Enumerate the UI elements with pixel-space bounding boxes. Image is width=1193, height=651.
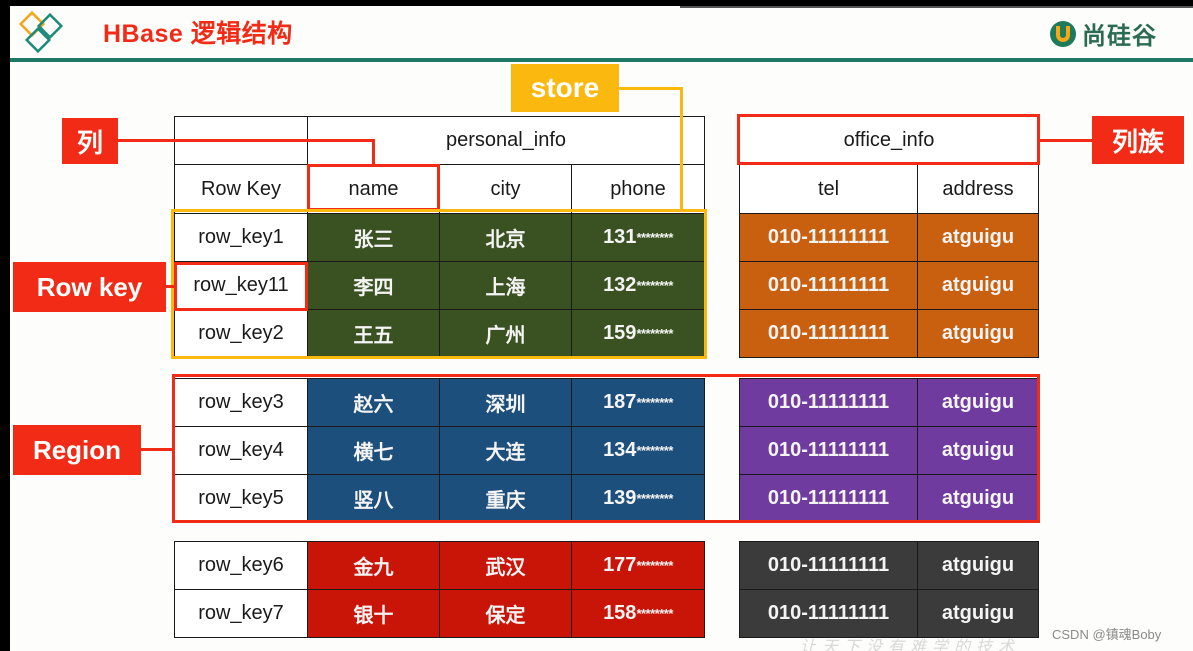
column-callout: 列: [62, 118, 118, 164]
logo-diamonds-icon: [18, 10, 64, 54]
phone-prefix: 158: [603, 602, 637, 624]
rowkey-callout: Row key: [13, 262, 166, 312]
cell-key: row_key3: [174, 378, 308, 427]
region-connector: [141, 448, 173, 451]
cell-phone: 159 ********: [571, 309, 705, 358]
cell-city: 保定: [439, 589, 572, 638]
cell-phone: 134 ********: [571, 426, 705, 475]
cell-tel: 010-11111111: [739, 541, 918, 590]
phone-prefix: 187: [603, 391, 637, 413]
cell-city: 武汉: [439, 541, 572, 590]
cell-key: row_key7: [174, 589, 308, 638]
cell-city: 北京: [439, 213, 572, 262]
cell-phone: 139 ********: [571, 474, 705, 523]
brand-name: 尚硅谷: [1082, 23, 1157, 50]
phone-mask: ********: [636, 491, 673, 506]
phone-prefix: 159: [603, 322, 637, 344]
cell-key: row_key11: [174, 261, 308, 310]
cell-key: row_key1: [174, 213, 308, 262]
rowkey-connector: [166, 285, 174, 288]
cell-city: 深圳: [439, 378, 572, 427]
cell-phone: 187 ********: [571, 378, 705, 427]
store-connector-v: [680, 87, 683, 211]
cell-address: atguigu: [917, 589, 1039, 638]
cell-tel: 010-11111111: [739, 589, 918, 638]
phone-mask: ********: [636, 606, 673, 621]
store-connector-h: [619, 87, 682, 90]
cell-name: 赵六: [307, 378, 440, 427]
phone-prefix: 132: [603, 274, 637, 296]
col-tel-header: tel: [739, 164, 918, 214]
brand-logo: 尚硅谷: [1048, 16, 1157, 51]
cell-name: 竖八: [307, 474, 440, 523]
family-office-info: office_info: [739, 116, 1039, 165]
phone-prefix: 139: [603, 487, 637, 509]
store-callout: store: [511, 64, 619, 112]
column-family-callout: 列族: [1092, 116, 1184, 164]
region-callout: Region: [13, 425, 141, 475]
col-rowkey-header: Row Key: [174, 164, 308, 214]
cell-address: atguigu: [917, 309, 1039, 358]
cell-name: 金九: [307, 541, 440, 590]
cell-city: 上海: [439, 261, 572, 310]
phone-prefix: 131: [603, 226, 637, 248]
cell-key: row_key6: [174, 541, 308, 590]
cell-tel: 010-11111111: [739, 309, 918, 358]
phone-mask: ********: [636, 558, 673, 573]
cell-address: atguigu: [917, 426, 1039, 475]
cell-key: row_key5: [174, 474, 308, 523]
col-address-header: address: [917, 164, 1039, 214]
cell-city: 大连: [439, 426, 572, 475]
column-connector-v: [372, 139, 375, 166]
col-phone-header: phone: [571, 164, 705, 214]
column-connector-h: [118, 139, 374, 142]
cell-phone: 158 ********: [571, 589, 705, 638]
cell-phone: 177 ********: [571, 541, 705, 590]
cell-tel: 010-11111111: [739, 213, 918, 262]
title-underline: [10, 58, 1193, 62]
col-name-header: name: [307, 164, 440, 214]
cell-name: 张三: [307, 213, 440, 262]
col-city-header: city: [439, 164, 572, 214]
cell-address: atguigu: [917, 213, 1039, 262]
cell-key: row_key2: [174, 309, 308, 358]
phone-prefix: 134: [603, 439, 637, 461]
cell-address: atguigu: [917, 261, 1039, 310]
cell-address: atguigu: [917, 541, 1039, 590]
cell-phone: 132 ********: [571, 261, 705, 310]
cell-city: 广州: [439, 309, 572, 358]
cell-city: 重庆: [439, 474, 572, 523]
phone-mask: ********: [636, 443, 673, 458]
background-slogan: 让天下没有难学的技术: [800, 639, 1021, 651]
cell-name: 银十: [307, 589, 440, 638]
phone-mask: ********: [636, 326, 673, 341]
column-family-connector: [1040, 139, 1092, 142]
phone-mask: ********: [636, 395, 673, 410]
cell-tel: 010-11111111: [739, 378, 918, 427]
cell-name: 李四: [307, 261, 440, 310]
cell-tel: 010-11111111: [739, 261, 918, 310]
cell-tel: 010-11111111: [739, 474, 918, 523]
watermark: CSDN @镇魂Boby: [1052, 627, 1162, 642]
cell-key: row_key4: [174, 426, 308, 475]
cell-address: atguigu: [917, 474, 1039, 523]
page-title: HBase 逻辑结构: [103, 20, 293, 48]
top-divider: [680, 6, 1193, 8]
cell-address: atguigu: [917, 378, 1039, 427]
cell-name: 王五: [307, 309, 440, 358]
phone-prefix: 177: [603, 554, 637, 576]
phone-mask: ********: [636, 278, 673, 293]
cell-phone: 131 ********: [571, 213, 705, 262]
brand-u-icon: [1050, 20, 1076, 47]
phone-mask: ********: [636, 230, 673, 245]
cell-tel: 010-11111111: [739, 426, 918, 475]
cell-name: 横七: [307, 426, 440, 475]
